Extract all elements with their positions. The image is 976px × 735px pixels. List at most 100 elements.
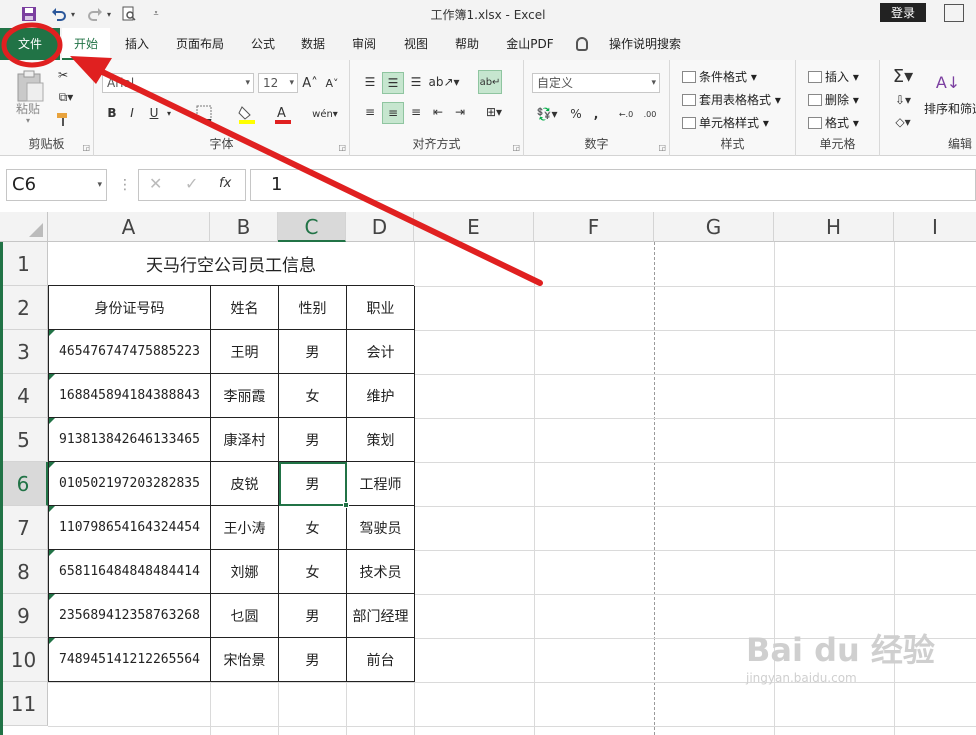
underline-dropdown-icon[interactable]: ▾ [164,103,174,123]
cell-styles-button[interactable]: 单元格样式 ▾ [682,114,769,131]
tell-me-search[interactable]: 操作说明搜索 [600,28,690,60]
phonetic-guide-icon[interactable]: wén▾ [310,103,340,125]
formula-input[interactable]: 1 [250,169,976,201]
row-header-1[interactable]: 1 [0,242,48,286]
cell-name[interactable]: 王明 [211,330,279,374]
cell-id[interactable]: 235689412358763268 [49,594,211,638]
login-button[interactable]: 登录 [880,3,926,22]
cell-name[interactable]: 乜圆 [211,594,279,638]
redo-icon[interactable] [86,4,104,24]
align-left-icon[interactable]: ≡ [360,102,380,122]
sort-filter-button[interactable]: 排序和筛选 [924,100,976,117]
delete-cells-button[interactable]: 删除 ▾ [808,91,859,108]
cell-name[interactable]: 康泽村 [211,418,279,462]
print-preview-icon[interactable] [120,4,138,24]
cell-occupation[interactable]: 策划 [347,418,415,462]
name-box[interactable]: C6 ▾ [6,169,107,201]
save-icon[interactable] [18,4,40,24]
cell-name[interactable]: 皮锐 [211,462,279,506]
cell-occupation[interactable]: 部门经理 [347,594,415,638]
conditional-formatting-button[interactable]: 条件格式 ▾ [682,68,757,85]
sheet-title-cell[interactable]: 天马行空公司员工信息 [48,242,414,286]
ribbon-display-options-icon[interactable] [944,4,964,22]
cell-occupation[interactable]: 前台 [347,638,415,682]
font-name-combo[interactable]: Arial ▾ [102,73,254,93]
align-middle-icon[interactable]: ☰ [382,72,404,94]
wrap-text-icon[interactable]: ab↵ [478,70,502,94]
cell-id[interactable]: 748945141212265564 [49,638,211,682]
cell-id[interactable]: 010502197203282835 [49,462,211,506]
accounting-format-icon[interactable]: 💱▾ [532,104,562,124]
increase-indent-icon[interactable]: ⇥ [450,102,470,122]
insert-cells-button[interactable]: 插入 ▾ [808,68,859,85]
percent-button[interactable]: % [568,104,584,124]
cell-gender[interactable]: 女 [279,550,347,594]
cell-occupation[interactable]: 工程师 [347,462,415,506]
cell-name[interactable]: 刘娜 [211,550,279,594]
align-top-icon[interactable]: ☰ [360,72,380,92]
cut-icon[interactable]: ✂ [54,66,72,84]
tab-help[interactable]: 帮助 [446,28,488,60]
header-name[interactable]: 姓名 [211,286,279,330]
merge-center-icon[interactable]: ⊞▾ [480,102,508,122]
decrease-decimal-icon[interactable]: .00 [640,104,660,124]
tab-view[interactable]: 视图 [395,28,437,60]
vertical-ellipsis-icon[interactable]: ⋮ [118,177,132,193]
cell-id[interactable]: 913813842646133465 [49,418,211,462]
cell-name[interactable]: 王小涛 [211,506,279,550]
cell-occupation[interactable]: 驾驶员 [347,506,415,550]
decrease-indent-icon[interactable]: ⇤ [428,102,448,122]
bold-button[interactable]: B [104,103,120,123]
cell-gender[interactable]: 女 [279,506,347,550]
col-header-f[interactable]: F [534,212,654,242]
paste-dropdown-icon[interactable]: ▾ [26,116,30,125]
increase-decimal-icon[interactable]: ←.0 [616,104,636,124]
font-size-combo[interactable]: 12 ▾ [258,73,298,93]
enter-check-icon[interactable]: ✓ [185,174,198,193]
active-cell-c6[interactable]: 男 [279,462,347,506]
row-header-3[interactable]: 3 [0,330,48,374]
font-launcher-icon[interactable]: ◲ [338,143,346,152]
header-occupation[interactable]: 职业 [347,286,415,330]
decrease-font-icon[interactable]: A˅ [324,73,340,93]
col-header-d[interactable]: D [346,212,414,242]
tab-home[interactable]: 开始 [62,28,110,60]
fill-handle[interactable] [343,502,349,508]
tab-formulas[interactable]: 公式 [242,28,284,60]
cell-gender[interactable]: 女 [279,374,347,418]
cell-occupation[interactable]: 技术员 [347,550,415,594]
cell-occupation[interactable]: 维护 [347,374,415,418]
col-header-h[interactable]: H [774,212,894,242]
number-launcher-icon[interactable]: ◲ [658,143,666,152]
cell-id[interactable]: 110798654164324454 [49,506,211,550]
cancel-icon[interactable]: ✕ [149,174,162,193]
cell-name[interactable]: 李丽霞 [211,374,279,418]
tab-review[interactable]: 审阅 [343,28,385,60]
cell-id[interactable]: 658116484848484414 [49,550,211,594]
paste-button[interactable]: 粘贴 [16,100,40,117]
select-all-button[interactable] [0,212,48,242]
col-header-a[interactable]: A [48,212,210,242]
row-header-7[interactable]: 7 [0,506,48,550]
sort-filter-icon[interactable]: A↓ [936,68,960,96]
number-format-combo[interactable]: 自定义 ▾ [532,73,660,93]
row-header-11[interactable]: 11 [0,682,48,726]
font-color-icon[interactable]: A [270,103,296,125]
tab-file[interactable]: 文件 [0,28,60,60]
row-header-10[interactable]: 10 [0,638,48,682]
format-cells-button[interactable]: 格式 ▾ [808,114,859,131]
orientation-icon[interactable]: ab↗▾ [428,72,459,92]
fill-icon[interactable]: ⇩▾ [888,90,918,110]
col-header-e[interactable]: E [414,212,534,242]
borders-icon[interactable] [190,103,218,123]
cell-occupation[interactable]: 会计 [347,330,415,374]
paste-icon[interactable] [12,68,48,104]
cell-gender[interactable]: 男 [279,594,347,638]
cell-id[interactable]: 168845894184388843 [49,374,211,418]
align-center-icon[interactable]: ≡ [382,102,404,124]
tab-insert[interactable]: 插入 [116,28,158,60]
col-header-i[interactable]: I [894,212,976,242]
fill-color-icon[interactable] [234,103,260,125]
copy-icon[interactable]: ⧉▾ [54,88,78,106]
row-header-8[interactable]: 8 [0,550,48,594]
